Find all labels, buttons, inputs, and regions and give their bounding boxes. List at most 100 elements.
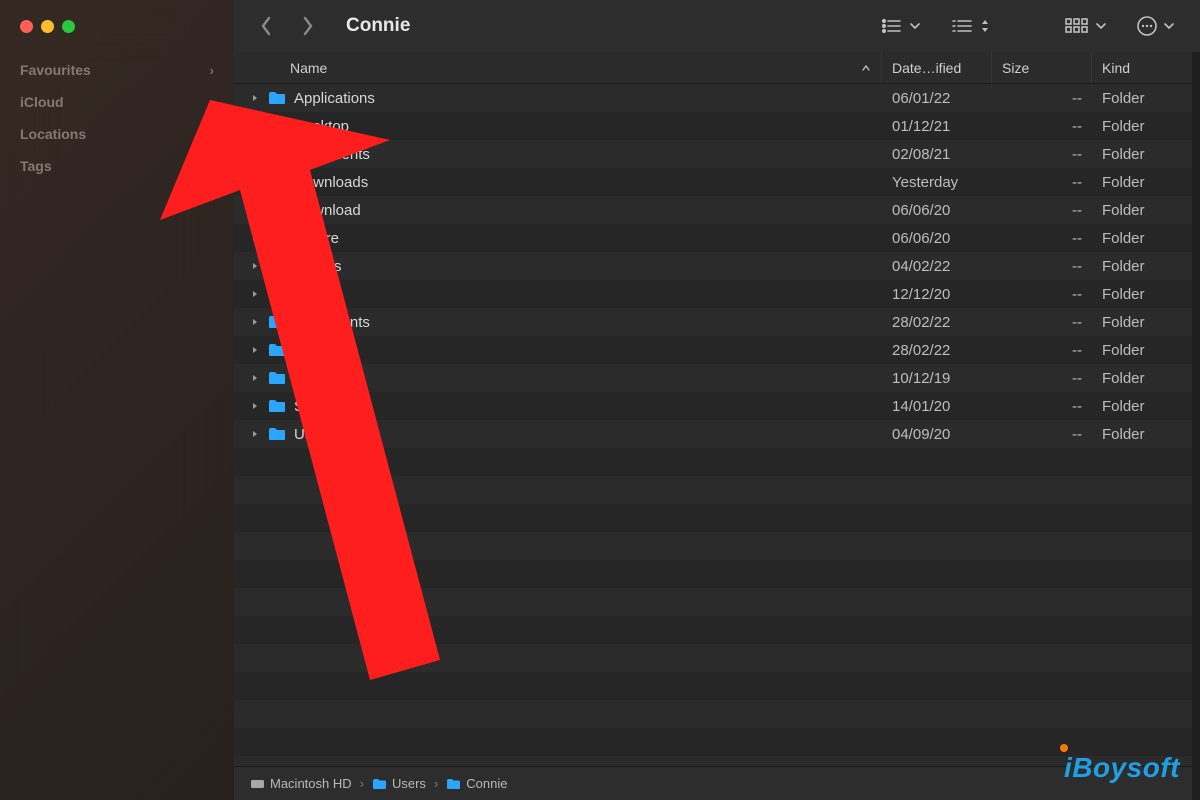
file-name: Users [294, 426, 333, 443]
path-crumb[interactable]: Connie [446, 776, 507, 791]
empty-row [234, 672, 1192, 700]
folder-icon [268, 175, 286, 189]
empty-row [234, 756, 1192, 766]
chevron-down-icon [910, 22, 920, 30]
path-crumb[interactable]: Users [372, 776, 426, 791]
fullscreen-button[interactable] [62, 20, 75, 33]
file-size: -- [992, 370, 1092, 387]
file-name: Documents [294, 314, 370, 331]
disclosure-triangle-icon[interactable] [250, 429, 260, 439]
more-actions-button[interactable] [1128, 11, 1182, 41]
column-header-row: Name Date…ified Size Kind [234, 52, 1192, 84]
file-kind: Folder [1092, 342, 1192, 359]
file-name: Downloads [294, 174, 368, 191]
column-label: Date…ified [892, 60, 961, 76]
file-row[interactable]: Documents02/08/21--Folder [234, 140, 1192, 168]
file-size: -- [992, 90, 1092, 107]
view-options-button[interactable] [942, 11, 998, 41]
file-row[interactable]: Applications06/01/22--Folder [234, 84, 1192, 112]
path-crumb[interactable]: Macintosh HD [250, 776, 352, 791]
file-row[interactable]: Pictures28/02/22--Folder [234, 336, 1192, 364]
path-separator: › [434, 776, 438, 791]
right-gutter [1192, 52, 1200, 800]
file-size: -- [992, 230, 1092, 247]
path-bar: Macintosh HD›Users›Connie [234, 766, 1192, 800]
group-by-button[interactable] [872, 11, 928, 41]
file-size: -- [992, 426, 1092, 443]
file-kind: Folder [1092, 90, 1192, 107]
empty-row [234, 504, 1192, 532]
folder-icon [268, 399, 286, 413]
file-date: 12/12/20 [882, 286, 992, 303]
file-row[interactable]: Movies04/02/22--Folder [234, 252, 1192, 280]
chevron-right-icon: › [210, 63, 214, 78]
disclosure-triangle-icon[interactable] [250, 93, 260, 103]
file-kind: Folder [1092, 398, 1192, 415]
file-row[interactable]: DownloadsYesterday--Folder [234, 168, 1192, 196]
column-label: Name [290, 60, 327, 76]
chevron-down-icon [1096, 22, 1106, 30]
sidebar: Favourites› iCloud Locations Tags [0, 0, 234, 800]
sort-asc-icon [861, 63, 871, 73]
empty-row [234, 728, 1192, 756]
sidebar-section-locations[interactable]: Locations [0, 116, 234, 148]
empty-row [234, 448, 1192, 476]
sidebar-section-favourites[interactable]: Favourites› [0, 52, 234, 84]
file-name: Desktop [294, 118, 349, 135]
disclosure-triangle-icon[interactable] [250, 345, 260, 355]
file-row[interactable]: Public10/12/19--Folder [234, 364, 1192, 392]
disk-icon [250, 778, 265, 790]
sidebar-section-tags[interactable]: Tags [0, 148, 234, 180]
file-date: 10/12/19 [882, 370, 992, 387]
file-row[interactable]: Sites14/01/20--Folder [234, 392, 1192, 420]
column-header-date[interactable]: Date…ified [882, 52, 992, 83]
column-header-size[interactable]: Size [992, 52, 1092, 83]
chevron-left-icon [259, 16, 273, 36]
chevron-right-icon [301, 16, 315, 36]
disclosure-triangle-icon[interactable] [250, 289, 260, 299]
chevron-down-icon [1164, 22, 1174, 30]
disclosure-triangle-icon[interactable] [250, 261, 260, 271]
more-actions-icon [1136, 15, 1158, 37]
disclosure-triangle-icon[interactable] [250, 317, 260, 327]
disclosure-triangle-icon[interactable] [250, 149, 260, 159]
sort-arrows-icon [980, 19, 990, 33]
file-date: 01/12/21 [882, 118, 992, 135]
disclosure-triangle-icon[interactable] [250, 205, 260, 215]
file-row[interactable]: usic12/12/20--Folder [234, 280, 1192, 308]
column-header-name[interactable]: Name [234, 52, 882, 83]
disclosure-triangle-icon[interactable] [250, 177, 260, 187]
sidebar-section-label: iCloud [20, 94, 64, 110]
folder-icon [268, 147, 286, 161]
file-row[interactable]: mware06/06/20--Folder [234, 224, 1192, 252]
file-row[interactable]: Documents28/02/22--Folder [234, 308, 1192, 336]
file-kind: Folder [1092, 230, 1192, 247]
file-kind: Folder [1092, 370, 1192, 387]
disclosure-triangle-icon[interactable] [250, 233, 260, 243]
file-kind: Folder [1092, 202, 1192, 219]
disclosure-triangle-icon[interactable] [250, 401, 260, 411]
file-size: -- [992, 202, 1092, 219]
disclosure-triangle-icon[interactable] [250, 121, 260, 131]
column-header-kind[interactable]: Kind [1092, 52, 1192, 83]
forward-button[interactable] [294, 12, 322, 40]
column-label: Kind [1102, 60, 1130, 76]
traffic-lights [0, 0, 234, 52]
minimize-button[interactable] [41, 20, 54, 33]
sidebar-section-icloud[interactable]: iCloud [0, 84, 234, 116]
file-kind: Folder [1092, 426, 1192, 443]
file-row[interactable]: Desktop01/12/21--Folder [234, 112, 1192, 140]
empty-row [234, 644, 1192, 672]
file-name: Pictures [294, 342, 348, 359]
back-button[interactable] [252, 12, 280, 40]
toolbar: Connie [234, 0, 1200, 52]
close-button[interactable] [20, 20, 33, 33]
folder-icon [268, 203, 286, 217]
file-row[interactable]: Users04/09/20--Folder [234, 420, 1192, 448]
disclosure-triangle-icon[interactable] [250, 373, 260, 383]
sidebar-section-label: Locations [20, 126, 86, 142]
file-row[interactable]: Download06/06/20--Folder [234, 196, 1192, 224]
icon-size-button[interactable] [1056, 11, 1114, 41]
sidebar-section-label: Tags [20, 158, 52, 174]
folder-icon [268, 427, 286, 441]
